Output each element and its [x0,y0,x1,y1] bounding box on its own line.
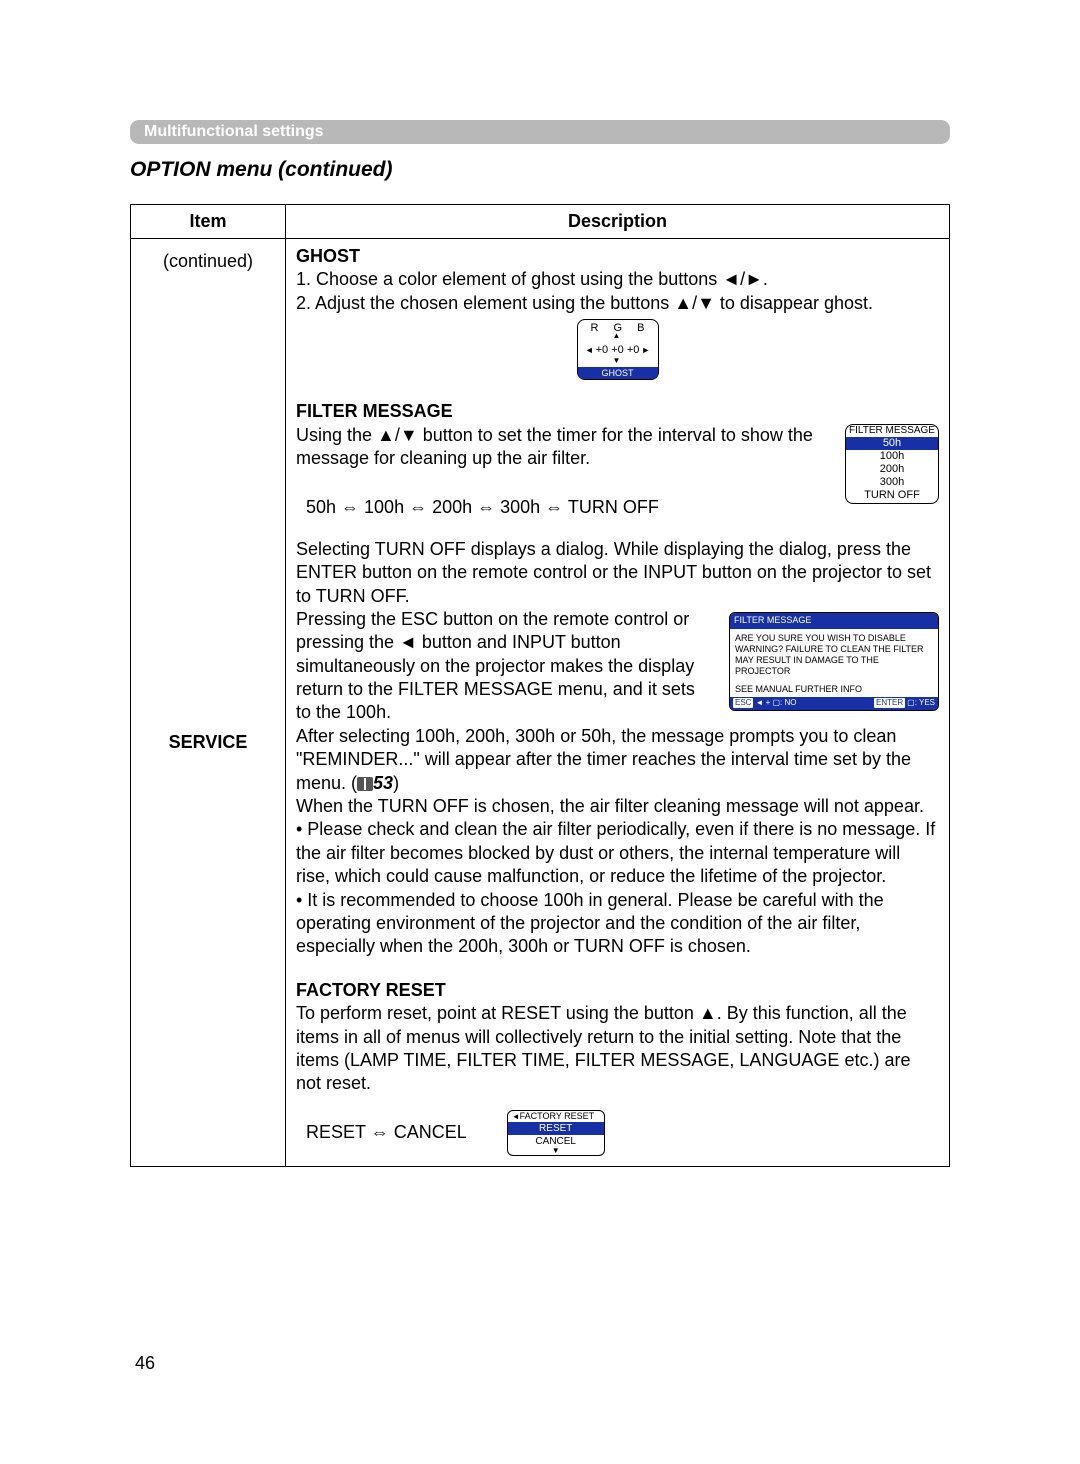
fr-sequence: RESET ⇔ CANCEL [296,1121,467,1144]
fm-dlg-enter-tag: ENTER [874,698,905,708]
ghost-line2c: to disappear ghost. [715,293,873,313]
fm-bullet2: • It is recommended to choose 100h in ge… [296,890,884,957]
fm-item-300h: 300h [846,476,938,489]
filter-message-block: FILTER MESSAGE Using the ▲/▼ button to s… [296,400,939,959]
ghost-left-icon: ◄ [585,345,594,355]
factory-reset-block: FACTORY RESET To perform reset, point at… [296,979,939,1156]
factory-reset-title: FACTORY RESET [296,980,446,1000]
ghost-line1a: 1. Choose a color element of ghost using… [296,269,722,289]
ghost-block: GHOST 1. Choose a color element of ghost… [296,245,939,380]
fm-bullet1: • Please check and clean the air filter … [296,819,935,886]
filter-message-dialog-graphic: FILTER MESSAGE ARE YOU SURE YOU WISH TO … [729,612,939,711]
left-right-arrows-icon: ◄/►. [722,269,768,289]
fr-left-icon: ◄ [512,1112,520,1121]
factory-reset-graphic: ◄FACTORY RESET RESET CANCEL ▼ [507,1110,605,1156]
ghost-line2a: 2. Adjust the chosen element using the b… [296,293,674,313]
fm-item-50h: 50h [846,437,938,450]
fm-box-title: FILTER MESSAGE [846,425,938,437]
filter-message-title: FILTER MESSAGE [296,401,453,421]
fm-dlg-yes: : YES [915,698,935,707]
section-bar: Multifunctional settings [130,120,950,144]
fm-turnoff-nomsg: When the TURN OFF is chosen, the air fil… [296,796,924,816]
fm-turnoff-para: Selecting TURN OFF displays a dialog. Wh… [296,538,939,608]
up-arrow-icon: ▲ [699,1003,717,1023]
ghost-up-icon: ▲ [613,331,621,340]
item-service: SERVICE [132,732,284,753]
filter-message-list-graphic: FILTER MESSAGE 50h 100h 200h 300h TURN O… [845,424,939,504]
up-down-arrows-icon: ▲/▼ [377,425,418,445]
item-cell: (continued) SERVICE [131,239,286,1167]
manual-icon [357,777,373,791]
ghost-graphic: R G B ▲ ◄ +0 +0 +0 ► ▼ [577,319,659,380]
ghost-title: GHOST [296,246,360,266]
ghost-down-icon: ▼ [613,356,621,365]
item-continued: (continued) [132,245,284,272]
fm-esc-para: Pressing the ESC button on the remote co… [296,608,713,725]
fm-item-100h: 100h [846,450,938,463]
fm-dlg-body1: ARE YOU SURE YOU WISH TO DISABLE WARNING… [735,633,933,678]
fm-line-a: Using the [296,425,377,445]
fr-box-title: FACTORY RESET [520,1111,595,1121]
description-cell: GHOST 1. Choose a color element of ghost… [286,239,950,1167]
fm-item-turnoff: TURN OFF [846,489,938,502]
page-number: 46 [135,1353,155,1374]
fr-down-icon: ▼ [508,1148,604,1154]
fm-sequence: 50h ⇔ 100h ⇔ 200h ⇔ 300h ⇔ TURN OFF [296,496,825,519]
ghost-right-icon: ► [641,345,650,355]
fm-ref53: 53 [373,773,393,793]
page-heading: OPTION menu (continued) [130,158,950,182]
fm-after100-b: ) [393,773,399,793]
fm-dlg-esc-tag: ESC [733,698,753,708]
th-item: Item [131,205,286,239]
th-description: Description [286,205,950,239]
fm-dlg-body2: SEE MANUAL FURTHER INFO [735,684,933,695]
fr-box-reset: RESET [508,1122,604,1135]
fm-dlg-no: : NO [780,698,796,707]
fm-item-200h: 200h [846,463,938,476]
fr-para-a: To perform reset, point at RESET using t… [296,1003,699,1023]
ghost-footer-label: GHOST [578,367,658,379]
up-down-arrows-icon: ▲/▼ [674,293,715,313]
fm-dlg-title: FILTER MESSAGE [730,613,938,629]
option-table: Item Description (continued) SERVICE GHO… [130,204,950,1167]
